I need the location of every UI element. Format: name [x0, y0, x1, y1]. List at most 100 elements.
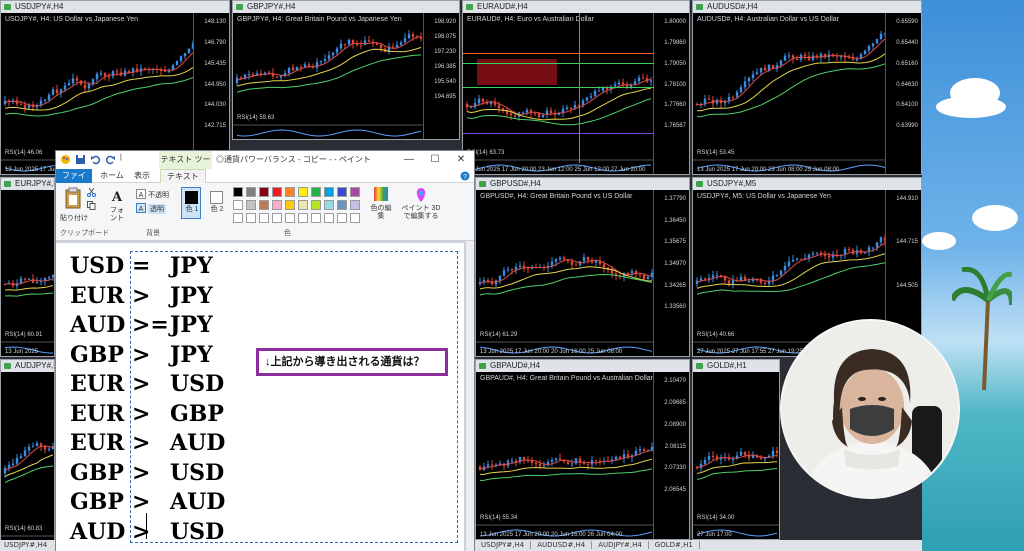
- close-button[interactable]: ✕: [448, 151, 474, 169]
- clipboard-icon[interactable]: [64, 187, 82, 209]
- palette-swatch[interactable]: [272, 200, 282, 210]
- chart-title[interactable]: GBPAUD#,H4: [476, 360, 689, 372]
- palette-swatch[interactable]: [285, 200, 295, 210]
- copy-icon[interactable]: [87, 201, 96, 210]
- currency-left: USD: [70, 253, 125, 279]
- palette-swatch-empty[interactable]: [350, 213, 360, 223]
- transparent-option[interactable]: 透明: [148, 204, 166, 214]
- edit-colors-icon[interactable]: [374, 187, 388, 201]
- chart-title[interactable]: EURAUD#,H4: [463, 1, 689, 13]
- chart-tab[interactable]: GOLD#,H1: [648, 541, 700, 549]
- rsi-label: RSI(14) 60.83: [5, 526, 43, 532]
- palette-swatch[interactable]: [298, 200, 308, 210]
- chart-title[interactable]: GBPUSD#,H4: [476, 178, 689, 190]
- palette-swatch-empty[interactable]: [285, 213, 295, 223]
- chart-tab[interactable]: AUDUSD#,H4: [531, 541, 593, 549]
- color2-label: 色 2: [210, 206, 224, 213]
- chart-gbpusdh4[interactable]: GBPUSD#,H4 GBPUSD#, H4: Great Britain Pou…: [475, 177, 690, 357]
- paint3d-button[interactable]: ペイント 3D で編集する: [398, 205, 444, 221]
- price-tick: 1.34970: [664, 261, 686, 267]
- chart-usdjpyh4[interactable]: USDJPY#,H4 USDJPY#, H4: US Dollar vs Japa…: [0, 0, 230, 175]
- palette-swatch[interactable]: [337, 187, 347, 197]
- tab-home[interactable]: ホーム: [94, 169, 130, 183]
- price-tick: 197.230: [434, 49, 456, 55]
- chart-label: EURAUD#, H4: Euro vs Australian Dollar: [467, 16, 594, 23]
- palette-swatch-empty[interactable]: [324, 213, 334, 223]
- candlestick-plot: [1, 441, 54, 548]
- chart-title[interactable]: GBPJPY#,H4: [233, 1, 459, 13]
- transparent-background-icon[interactable]: A: [136, 203, 146, 213]
- palette-swatch-empty[interactable]: [337, 213, 347, 223]
- palette-swatch[interactable]: [298, 187, 308, 197]
- chart-tab[interactable]: USDJPY#,H4: [475, 541, 532, 549]
- color2-selector[interactable]: 色 2: [206, 187, 226, 219]
- chart-title[interactable]: GOLD#,H1: [693, 360, 779, 372]
- palette-swatch-empty[interactable]: [246, 213, 256, 223]
- currency-left: EUR: [70, 400, 125, 427]
- opaque-background-icon[interactable]: A: [136, 189, 146, 199]
- palette-swatch[interactable]: [259, 187, 269, 197]
- tab-view[interactable]: 表示: [128, 169, 156, 183]
- font-icon[interactable]: A: [110, 189, 124, 203]
- chart-gbpaudh4[interactable]: GBPAUD#,H4 GBPAUD#, H4: Great Britain Pou…: [475, 359, 690, 540]
- chart-audjpyh4[interactable]: AUDJPY#,H4RSI(14) 60.8313 Jun 2025: [0, 359, 55, 551]
- chart-euraudh4[interactable]: EURAUD#,H4 EURAUD#, H4: Euro vs Australia…: [462, 0, 690, 175]
- opaque-option[interactable]: 不透明: [148, 190, 169, 200]
- help-icon[interactable]: ?: [460, 171, 470, 181]
- chart-audusdh4[interactable]: AUDUSD#,H4 AUDUSD#, H4: Australian Dollar…: [692, 0, 922, 175]
- undo-icon[interactable]: [90, 154, 101, 165]
- palette-swatch[interactable]: [233, 200, 243, 210]
- edit-colors-button[interactable]: 色の編集: [370, 205, 392, 221]
- font-button[interactable]: フォント: [110, 207, 124, 223]
- minimize-button[interactable]: —: [396, 151, 422, 169]
- palette-swatch[interactable]: [324, 200, 334, 210]
- palette-swatch[interactable]: [350, 200, 360, 210]
- rsi-label: RSI(14) 55.34: [480, 515, 518, 521]
- chart-eurjpyh4[interactable]: EURJPY#,H4 RSI(14) 60.91 13 Jun 2025: [0, 177, 55, 357]
- clipboard-group-label: クリップボード: [60, 230, 109, 237]
- palette-swatch[interactable]: [311, 200, 321, 210]
- price-tick: 1.34265: [664, 282, 686, 289]
- color1-selector[interactable]: 色 1: [181, 187, 201, 219]
- chart-gbpjpyh4[interactable]: GBPJPY#,H4 GBPJPY#, H4: Great Britain Pou…: [232, 0, 460, 140]
- canvas-area: USD = JPY EUR > JPY AUD >= JPY GBP > JPY EUR > USD EUR >…: [56, 241, 467, 551]
- chart-title[interactable]: AUDUSD#,H4: [693, 1, 921, 13]
- tab-text[interactable]: テキスト: [160, 169, 206, 183]
- palette-swatch[interactable]: [350, 187, 360, 197]
- vertical-scrollbar[interactable]: [465, 241, 474, 551]
- chart-title[interactable]: EURJPY#,H4: [1, 178, 54, 190]
- palette-swatch[interactable]: [285, 187, 295, 197]
- quick-access-customize-icon[interactable]: |: [120, 154, 122, 165]
- palette-swatch[interactable]: [259, 200, 269, 210]
- palette-swatch-empty[interactable]: [233, 213, 243, 223]
- save-icon[interactable]: [75, 154, 86, 165]
- paste-button[interactable]: 貼り付け: [60, 213, 88, 223]
- chart-tab[interactable]: AUDJPY#,H4: [592, 541, 649, 549]
- palette-swatch-empty[interactable]: [272, 213, 282, 223]
- background-group-label: 背景: [146, 230, 160, 237]
- palette-swatch-empty[interactable]: [311, 213, 321, 223]
- chart-goldh1[interactable]: GOLD#,H1 RSI(14) 34.00 27 Jun 17:00: [692, 359, 780, 540]
- palette-swatch[interactable]: [246, 187, 256, 197]
- cut-icon[interactable]: [87, 188, 96, 197]
- palette-swatch[interactable]: [324, 187, 334, 197]
- paint3d-icon[interactable]: [414, 187, 428, 203]
- text-selection-box[interactable]: [130, 251, 458, 543]
- palette-swatch[interactable]: [233, 187, 243, 197]
- redo-icon[interactable]: [105, 154, 116, 165]
- chart-title[interactable]: USDJPY#,M5: [693, 178, 921, 190]
- price-tick: 2.09685: [664, 399, 686, 406]
- palette-swatch[interactable]: [311, 187, 321, 197]
- palette-swatch[interactable]: [246, 200, 256, 210]
- palette-swatch-empty[interactable]: [259, 213, 269, 223]
- palette-swatch[interactable]: [337, 200, 347, 210]
- rsi-label: RSI(14) 40.66: [697, 332, 735, 338]
- chart-title[interactable]: USDJPY#,H4: [1, 1, 229, 13]
- maximize-button[interactable]: ☐: [422, 151, 448, 169]
- palette-swatch[interactable]: [272, 187, 282, 197]
- price-tick: 0.65440: [896, 39, 918, 46]
- palette-swatch-empty[interactable]: [298, 213, 308, 223]
- paint-canvas[interactable]: USD = JPY EUR > JPY AUD >= JPY GBP > JPY EUR > USD EUR >…: [56, 243, 464, 551]
- tab-file[interactable]: ファイル: [56, 169, 92, 194]
- chart-title[interactable]: AUDJPY#,H4: [1, 360, 54, 372]
